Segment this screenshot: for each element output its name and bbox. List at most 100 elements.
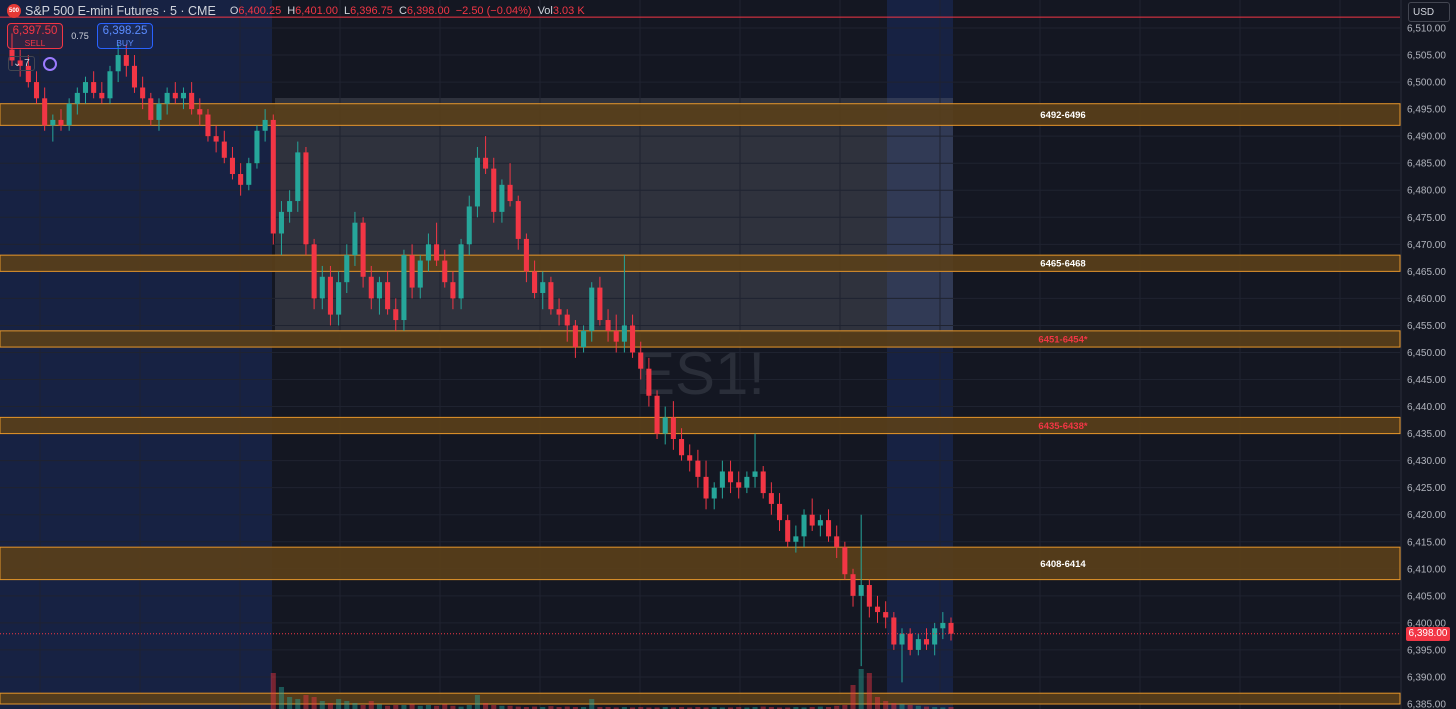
y-tick-label: 6,440.00 xyxy=(1407,402,1446,413)
volume-bar xyxy=(425,705,431,709)
candle-body xyxy=(556,309,562,315)
volume-bar xyxy=(589,699,595,709)
volume-bar xyxy=(327,703,333,709)
y-tick-label: 6,445.00 xyxy=(1407,375,1446,386)
candle-body xyxy=(858,585,864,596)
price-axis[interactable]: 6,510.00 6,505.00 6,500.00 6,495.00 6,490.00… xyxy=(1400,0,1456,709)
candle-body xyxy=(303,152,309,245)
volume-bar xyxy=(850,685,856,709)
candle-body xyxy=(352,222,358,256)
candle-body xyxy=(703,476,709,499)
candle[interactable] xyxy=(654,390,660,440)
candle-body xyxy=(850,574,856,596)
candle-body xyxy=(760,471,766,494)
volume-bar xyxy=(401,705,407,709)
candle-body xyxy=(123,55,129,66)
candle-body xyxy=(874,606,881,613)
candle-body xyxy=(532,271,538,293)
candle-body xyxy=(295,152,301,202)
candle-body xyxy=(442,260,448,283)
candle[interactable] xyxy=(254,125,260,169)
zone-box[interactable] xyxy=(0,692,1401,705)
candle-body xyxy=(58,119,64,126)
candle-body xyxy=(605,320,611,331)
candle-body xyxy=(597,287,603,321)
volume-bar xyxy=(483,703,489,709)
candle-body xyxy=(434,244,440,261)
buy-button[interactable]: 6,398.25 BUY xyxy=(97,23,153,49)
candle-body xyxy=(638,352,644,369)
candle-body xyxy=(564,314,570,326)
volume-bar xyxy=(278,687,284,709)
zone-box[interactable] xyxy=(0,416,1401,435)
y-tick-label: 6,475.00 xyxy=(1407,213,1446,224)
candle-body xyxy=(915,639,921,650)
candle[interactable] xyxy=(842,541,848,580)
candle-body xyxy=(425,244,431,261)
candle[interactable] xyxy=(303,146,309,256)
candle-body xyxy=(523,238,529,272)
candle-body xyxy=(458,244,464,299)
candle-body xyxy=(907,633,913,650)
candle[interactable] xyxy=(891,612,897,650)
volume-bar xyxy=(858,669,864,709)
price-chart[interactable]: ES1! 6492-6496 6465-6468 6451-6454* 6435-64… xyxy=(0,0,1456,709)
currency-selector[interactable]: USD xyxy=(1408,2,1450,22)
volume-bar xyxy=(303,695,309,709)
indicator-count[interactable]: ⌄ 7 xyxy=(8,56,35,71)
indicator-toggle[interactable]: ⌄ 7 xyxy=(8,56,57,71)
candle-body xyxy=(499,184,505,212)
candle-body xyxy=(140,87,146,99)
candle-body xyxy=(940,622,946,629)
volume-bar xyxy=(336,699,342,709)
y-tick-label: 6,415.00 xyxy=(1407,537,1446,548)
candle-body xyxy=(711,487,717,499)
candle-body xyxy=(785,520,791,542)
legend-header: 500 S&P 500 E-mini Futures · 5 · CME O6,… xyxy=(0,0,585,22)
volume-bar xyxy=(891,703,897,709)
candle-body xyxy=(238,174,244,185)
zone-box[interactable] xyxy=(0,254,1401,272)
close-value: 6,398.00 xyxy=(406,5,450,17)
candle-body xyxy=(368,276,374,299)
candle[interactable] xyxy=(107,65,113,104)
open-value: 6,400.25 xyxy=(238,5,282,17)
volume-bar xyxy=(842,705,848,709)
y-tick-label: 6,390.00 xyxy=(1407,672,1446,683)
symbol-title[interactable]: S&P 500 E-mini Futures · 5 · CME xyxy=(25,4,216,18)
candle-body xyxy=(572,325,578,348)
candle-body xyxy=(891,617,897,645)
candle-body xyxy=(246,163,252,185)
y-tick-label: 6,385.00 xyxy=(1407,700,1446,709)
y-tick-label: 6,410.00 xyxy=(1407,564,1446,575)
volume-bar xyxy=(311,697,317,709)
high-value: 6,401.00 xyxy=(295,5,338,17)
candle-body xyxy=(776,503,783,521)
candle-body xyxy=(376,282,382,299)
candle-body xyxy=(115,55,121,72)
volume-bar xyxy=(393,705,399,709)
volume-bar xyxy=(344,701,350,709)
zone-box[interactable] xyxy=(0,546,1401,581)
candle-body xyxy=(613,330,619,342)
candle-body xyxy=(164,92,170,104)
sell-button[interactable]: 6,397.50 SELL xyxy=(7,23,63,49)
candle-body xyxy=(719,471,725,488)
candle-body xyxy=(866,585,872,607)
zone-box[interactable] xyxy=(0,330,1401,348)
sync-icon[interactable] xyxy=(42,56,57,71)
candle-body xyxy=(385,282,391,310)
candle-body xyxy=(229,157,235,175)
candle-body xyxy=(409,255,415,288)
candle-body xyxy=(793,536,799,542)
volume-bar xyxy=(352,703,358,709)
candle[interactable] xyxy=(548,276,554,315)
y-tick-label: 6,470.00 xyxy=(1407,240,1446,251)
candle-body xyxy=(205,114,211,137)
candle[interactable] xyxy=(270,114,276,245)
candle[interactable] xyxy=(401,249,407,331)
candle-body xyxy=(825,520,832,537)
candle-body xyxy=(213,136,219,142)
volume-bar xyxy=(907,705,913,709)
volume-bar xyxy=(874,697,881,709)
